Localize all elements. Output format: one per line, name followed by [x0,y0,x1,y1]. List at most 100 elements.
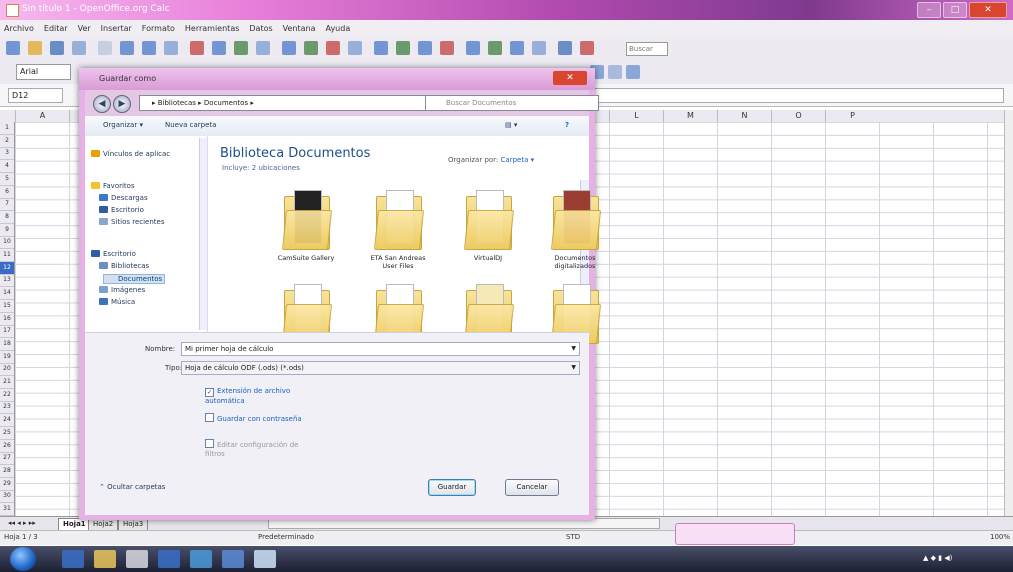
organize-button[interactable]: Organizar ▾ [103,121,143,129]
folder-icon[interactable] [463,190,515,250]
menu-item-8[interactable]: Ayuda [326,24,351,33]
row-header-12[interactable]: 12 [0,261,14,275]
taskbar-app-icon[interactable] [190,550,212,568]
help-icon[interactable]: ? [565,121,569,129]
toolbar-icon[interactable] [234,41,248,55]
row-header-21[interactable]: 21 [0,376,14,389]
back-icon[interactable]: ◀ [93,95,111,113]
folder-icon[interactable] [550,190,602,250]
option-checkbox-1[interactable]: Guardar con contraseña [205,413,305,424]
row-header-23[interactable]: 23 [0,401,14,415]
forward-icon[interactable]: ▶ [113,95,131,113]
folder-icon[interactable] [281,190,333,250]
nav-item-9[interactable]: Música [99,298,135,306]
row-header-7[interactable]: 7 [0,198,14,212]
taskbar-app-icon[interactable] [62,550,84,568]
folder-label[interactable]: ETA San Andreas User Files [363,254,433,270]
row-header-6[interactable]: 6 [0,186,14,199]
toolbar-icon[interactable] [558,41,572,55]
address-bar[interactable]: ▸ Bibliotecas ▸ Documentos ▸ [139,95,433,111]
filename-field[interactable]: Mi primer hoja de cálculo ▼ [181,342,580,356]
toolbar-icon[interactable] [6,41,20,55]
toolbar-icon[interactable] [440,41,454,55]
row-header-14[interactable]: 14 [0,287,14,301]
chevron-down-icon[interactable]: ▼ [571,362,576,374]
toolbar-icon[interactable] [190,41,204,55]
taskbar-app-icon[interactable] [222,550,244,568]
arrange-by-value[interactable]: Carpeta ▾ [501,156,535,164]
minimize-icon[interactable]: – [917,2,941,18]
toolbar-icon[interactable] [282,41,296,55]
view-options-icon[interactable]: ▤ ▾ [505,121,517,129]
row-header-30[interactable]: 30 [0,490,14,504]
toolbar-icon[interactable] [164,41,178,55]
tab-nav-arrows-icon[interactable]: ◂◂ ◂ ▸ ▸▸ [4,518,40,529]
format-icon[interactable] [626,65,640,79]
dialog-search-input[interactable]: Buscar Documentos [425,95,599,111]
vertical-scrollbar[interactable] [1004,110,1013,516]
row-header-25[interactable]: 25 [0,427,14,440]
name-box[interactable]: D12 [8,88,63,103]
column-header-O[interactable]: O [771,110,825,122]
row-header-1[interactable]: 1 [0,122,14,135]
row-header-27[interactable]: 27 [0,452,14,466]
toolbar-icon[interactable] [374,41,388,55]
nav-item-6[interactable]: Bibliotecas [99,262,149,270]
folder-label[interactable]: VirtualDJ [453,254,523,262]
row-header-5[interactable]: 5 [0,173,14,186]
nav-item-8[interactable]: Imágenes [99,286,145,294]
toolbar-icon[interactable] [72,41,86,55]
floating-toolbar[interactable] [675,523,795,545]
row-header-4[interactable]: 4 [0,160,14,174]
menu-item-0[interactable]: Archivo [4,24,34,33]
menu-item-6[interactable]: Datos [249,24,272,33]
cancel-button[interactable]: Cancelar [505,479,559,496]
hide-folders-toggle[interactable]: ⌃ Ocultar carpetas [99,483,165,491]
arrange-by[interactable]: Organizar por: Carpeta ▾ [448,156,534,164]
toolbar-icon[interactable] [120,41,134,55]
folder-label[interactable]: Documentos digitalizados [540,254,610,270]
toolbar-icon[interactable] [28,41,42,55]
row-header-22[interactable]: 22 [0,389,14,402]
toolbar-icon[interactable] [510,41,524,55]
row-header-11[interactable]: 11 [0,249,14,262]
nav-item-5[interactable]: Escritorio [91,250,136,258]
nav-item-3[interactable]: Escritorio [99,206,144,214]
nav-item-0[interactable]: Vínculos de aplicac [91,150,170,158]
filetype-select[interactable]: Hoja de cálculo ODF (.ods) (*.ods) ▼ [181,361,580,375]
chevron-down-icon[interactable]: ▼ [571,343,576,355]
toolbar-icon[interactable] [418,41,432,55]
find-input[interactable]: Buscar [626,42,668,56]
nav-pane-scrollbar[interactable] [199,138,207,330]
column-header-L[interactable]: L [609,110,663,122]
toolbar-icon[interactable] [466,41,480,55]
nav-item-4[interactable]: Sitios recientes [99,218,165,226]
folder-icon[interactable] [373,190,425,250]
toolbar-icon[interactable] [50,41,64,55]
toolbar-icon[interactable] [212,41,226,55]
toolbar-icon[interactable] [348,41,362,55]
taskbar-app-icon[interactable] [158,550,180,568]
column-header-P[interactable]: P [825,110,879,122]
row-header-17[interactable]: 17 [0,325,14,339]
toolbar-icon[interactable] [256,41,270,55]
menu-item-7[interactable]: Ventana [283,24,316,33]
format-icon[interactable] [608,65,622,79]
row-header-31[interactable]: 31 [0,503,14,516]
row-header-10[interactable]: 10 [0,236,14,250]
row-header-20[interactable]: 20 [0,363,14,377]
column-header-N[interactable]: N [717,110,771,122]
row-header-26[interactable]: 26 [0,440,14,453]
menu-item-3[interactable]: Insertar [101,24,132,33]
column-header-M[interactable]: M [663,110,717,122]
nav-item-1[interactable]: Favoritos [91,182,135,190]
toolbar-icon[interactable] [142,41,156,55]
taskbar-app-icon[interactable] [94,550,116,568]
toolbar-icon[interactable] [532,41,546,55]
toolbar-icon[interactable] [580,41,594,55]
nav-item-7[interactable]: Documentos [103,274,166,284]
library-includes[interactable]: Incluye: 2 ubicaciones [222,164,300,172]
dialog-close-icon[interactable]: ✕ [553,71,587,85]
column-header-A[interactable]: A [15,110,69,122]
row-header-2[interactable]: 2 [0,135,14,148]
